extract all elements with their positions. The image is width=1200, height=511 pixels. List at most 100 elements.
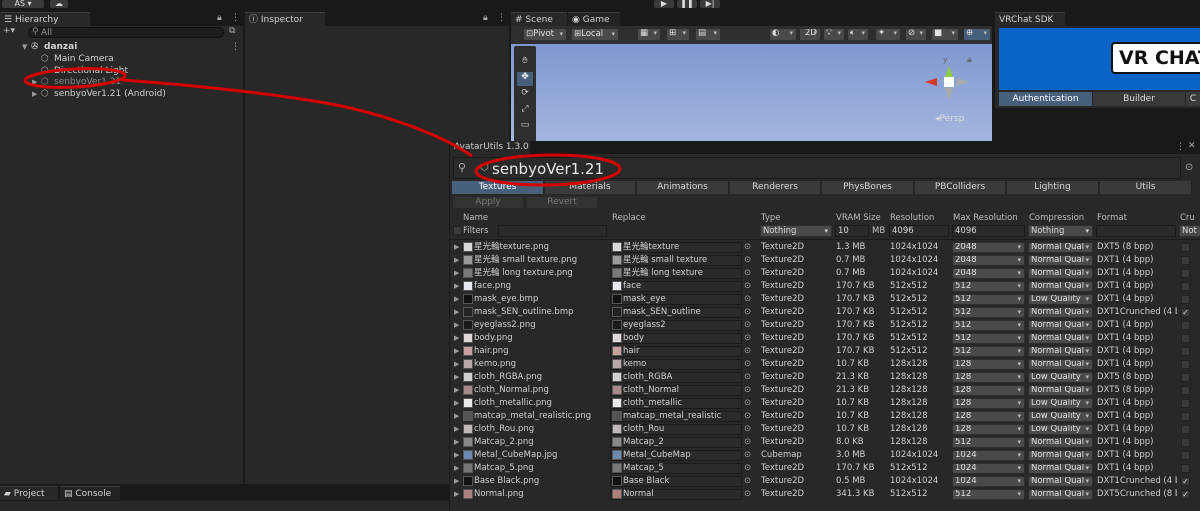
lock-icon[interactable]: 🔒︎ — [483, 13, 488, 23]
object-picker-icon[interactable]: ⊙ — [744, 423, 751, 436]
object-picker-icon[interactable]: ⊙ — [744, 449, 751, 462]
lighting-toggle[interactable]: 💡︎ — [823, 28, 845, 41]
row-expand-arrow-icon[interactable]: ▶ — [454, 371, 459, 384]
tab-renderers[interactable]: Renderers — [730, 181, 821, 194]
resolution-filter-input[interactable]: 4096 — [889, 225, 949, 237]
compression-dropdown[interactable]: Low Quality — [1028, 372, 1093, 383]
max-resolution-dropdown[interactable]: 128 — [952, 424, 1025, 435]
column-header-type[interactable]: Type — [761, 213, 781, 224]
tab-physbones[interactable]: PhysBones — [822, 181, 914, 194]
column-header-vram[interactable]: VRAM Size — [836, 213, 881, 224]
object-picker-icon[interactable]: ⊙ — [744, 241, 751, 254]
compression-dropdown[interactable]: Normal Qual — [1028, 346, 1093, 357]
compression-dropdown[interactable]: Low Quality — [1028, 398, 1093, 409]
row-expand-arrow-icon[interactable]: ▶ — [454, 332, 459, 345]
play-button[interactable]: ▶ — [654, 0, 674, 8]
object-picker-icon[interactable]: ⊙ — [744, 462, 751, 475]
compression-dropdown[interactable]: Normal Qual — [1028, 463, 1093, 474]
compression-filter-dropdown[interactable]: Nothing ▾ — [1028, 225, 1093, 237]
name-filter-input[interactable] — [498, 225, 607, 237]
max-resolution-dropdown[interactable]: 512 — [952, 346, 1025, 357]
scene-options-icon[interactable]: ⋮ — [231, 41, 240, 53]
hierarchy-item-senbyo-android[interactable]: ▶ ⬡ senbyoVer1.21 (Android) — [0, 88, 243, 100]
cloud-icon[interactable]: ☁ — [50, 0, 68, 8]
table-row[interactable]: ▶ mask_SEN_outline.bmp mask_SEN_outline ⊙ Te… — [450, 306, 1200, 319]
local-dropdown[interactable]: ⊞Local — [571, 28, 619, 41]
table-row[interactable]: ▶ mask_eye.bmp mask_eye ⊙ Texture2D 170.7 KB 5… — [450, 293, 1200, 306]
tab-utils[interactable]: Utils — [1100, 181, 1192, 194]
max-resolution-dropdown[interactable]: 512 — [952, 437, 1025, 448]
compression-dropdown[interactable]: Low Quality — [1028, 411, 1093, 422]
table-row[interactable]: ▶ face.png face ⊙ Texture2D 170.7 KB 512x512 51… — [450, 280, 1200, 293]
crunch-checkbox[interactable] — [1181, 347, 1190, 356]
table-row[interactable]: ▶ hair.png hair ⊙ Texture2D 170.7 KB 512x512 51… — [450, 345, 1200, 358]
row-expand-arrow-icon[interactable]: ▶ — [454, 423, 459, 436]
tab-scene[interactable]: # Scene — [511, 12, 567, 26]
compression-dropdown[interactable]: Normal Qual — [1028, 359, 1093, 370]
table-row[interactable]: ▶ 星光輪texture.png 星光輪texture ⊙ Texture2D 1.3 M… — [450, 241, 1200, 254]
avatar-object-field[interactable]: ⚲ ⬡ senbyoVer1.21 — [453, 157, 1181, 179]
hierarchy-search-input[interactable]: ⚲ All — [28, 27, 224, 38]
move-tool-icon[interactable]: ✥ — [517, 72, 533, 86]
max-resolution-dropdown[interactable]: 512 — [952, 333, 1025, 344]
table-row[interactable]: ▶ Metal_CubeMap.jpg Metal_CubeMap ⊙ Cubemap 3… — [450, 449, 1200, 462]
step-button[interactable]: ▶| — [700, 0, 720, 8]
more-options-icon[interactable]: ⋮ — [231, 13, 240, 23]
crunch-checkbox[interactable] — [1181, 386, 1190, 395]
tab-builder[interactable]: Builder — [1093, 92, 1185, 106]
object-picker-icon[interactable]: ⊙ — [744, 280, 751, 293]
lock-icon[interactable]: 🔒︎ — [217, 13, 222, 23]
crunch-checkbox[interactable] — [1181, 399, 1190, 408]
snap-increment-dropdown[interactable]: ⊞ — [666, 28, 690, 41]
crunch-checkbox[interactable] — [1181, 334, 1190, 343]
hierarchy-item-main-camera[interactable]: ⬡ Main Camera — [0, 53, 243, 65]
max-resolution-dropdown[interactable]: 512 — [952, 307, 1025, 318]
format-filter-input[interactable] — [1096, 225, 1176, 237]
max-resolution-dropdown[interactable]: 128 — [952, 398, 1025, 409]
add-icon[interactable]: +▾ — [3, 26, 15, 36]
object-picker-icon[interactable]: ⊙ — [744, 436, 751, 449]
crunch-checkbox[interactable] — [1181, 451, 1190, 460]
row-expand-arrow-icon[interactable]: ▶ — [454, 410, 459, 423]
max-resolution-dropdown[interactable]: 2048 — [952, 242, 1025, 253]
column-header-format[interactable]: Format — [1097, 213, 1127, 224]
column-header-name[interactable]: Name — [463, 213, 488, 224]
effects-dropdown[interactable]: ✦ — [875, 28, 901, 41]
object-picker-icon[interactable]: ⊙ — [744, 475, 751, 488]
row-expand-arrow-icon[interactable]: ▶ — [454, 488, 459, 501]
max-resolution-dropdown[interactable]: 128 — [952, 411, 1025, 422]
more-options-icon[interactable]: ⋮ — [497, 13, 506, 23]
object-picker-icon[interactable]: ⊙ — [744, 293, 751, 306]
select-all-checkbox[interactable] — [453, 226, 462, 235]
crunch-checkbox[interactable] — [1181, 360, 1190, 369]
compression-dropdown[interactable]: Low Quality — [1028, 424, 1093, 435]
incremental-snap-dropdown[interactable]: ▤ — [695, 28, 721, 41]
tab-lighting[interactable]: Lighting — [1007, 181, 1099, 194]
row-expand-arrow-icon[interactable]: ▶ — [454, 345, 459, 358]
tab-hierarchy[interactable]: ☰ Hierarchy — [0, 12, 90, 26]
compression-dropdown[interactable]: Normal Qual — [1028, 489, 1093, 500]
row-expand-arrow-icon[interactable]: ▶ — [454, 436, 459, 449]
crunch-checkbox[interactable] — [1181, 269, 1190, 278]
scene-viewport[interactable]: ✋︎ ✥ ⟳ ⤢ ▭ y 🔒︎ ◂Persp — [511, 44, 992, 142]
table-row[interactable]: ▶ cloth_Rou.png cloth_Rou ⊙ Texture2D 10.7 KB… — [450, 423, 1200, 436]
table-row[interactable]: ▶ body.png body ⊙ Texture2D 170.7 KB 512x512 51… — [450, 332, 1200, 345]
crunch-checkbox[interactable] — [1181, 464, 1190, 473]
toggle-2d-button[interactable]: 2D — [799, 28, 821, 41]
crunch-checkbox[interactable] — [1181, 256, 1190, 265]
crunch-filter-dropdown[interactable]: Not — [1179, 225, 1200, 237]
table-row[interactable]: ▶ cloth_RGBA.png cloth_RGBA ⊙ Texture2D 21.3 … — [450, 371, 1200, 384]
camera-dropdown[interactable]: ■ — [931, 28, 959, 41]
object-picker-icon[interactable]: ⊙ — [744, 371, 751, 384]
object-picker-icon[interactable]: ⊙ — [744, 397, 751, 410]
compression-dropdown[interactable]: Normal Qual — [1028, 476, 1093, 487]
object-picker-icon[interactable]: ⊙ — [744, 384, 751, 397]
object-picker-icon[interactable]: ⊙ — [744, 267, 751, 280]
table-row[interactable]: ▶ Matcap_5.png Matcap_5 ⊙ Texture2D 170.7 KB 5… — [450, 462, 1200, 475]
compression-dropdown[interactable]: Normal Qual — [1028, 268, 1093, 279]
compression-dropdown[interactable]: Normal Qual — [1028, 450, 1093, 461]
crunch-checkbox[interactable]: ✓ — [1181, 490, 1190, 499]
object-picker-icon[interactable]: ⊙ — [744, 345, 751, 358]
crunch-checkbox[interactable] — [1181, 373, 1190, 382]
compression-dropdown[interactable]: Normal Qual — [1028, 307, 1093, 318]
